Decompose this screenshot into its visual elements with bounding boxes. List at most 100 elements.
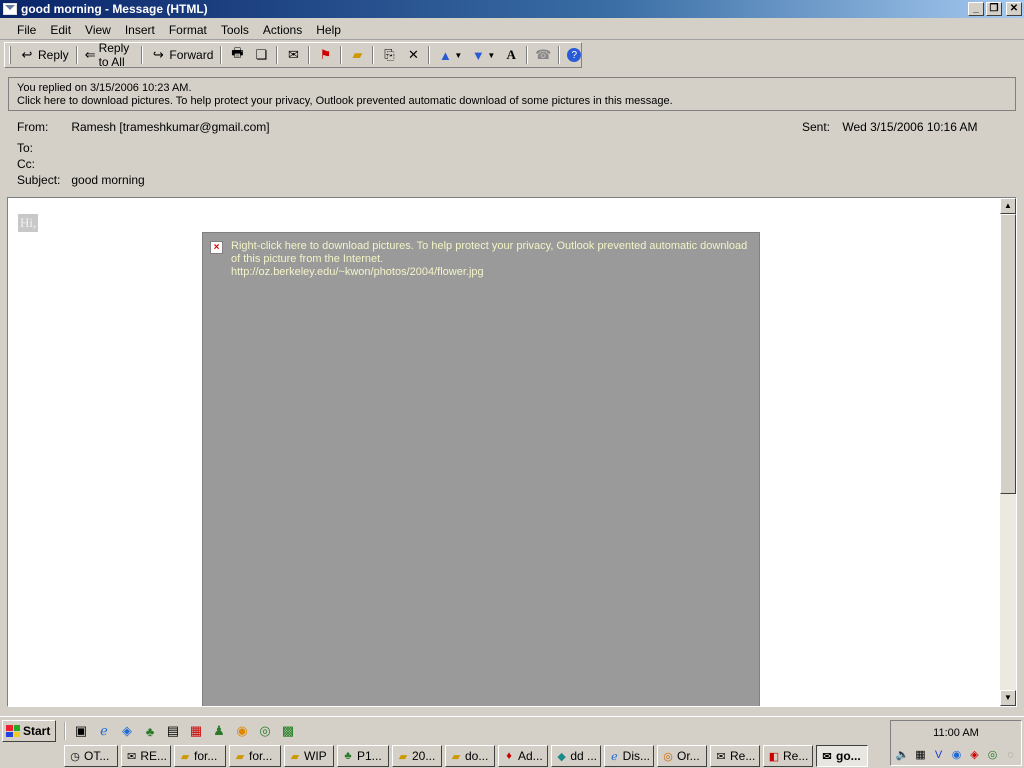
network-icon[interactable]: ▦: [913, 747, 928, 762]
task-button[interactable]: ♦ Ad...: [498, 745, 548, 767]
scroll-up-icon[interactable]: ▲: [1000, 198, 1016, 214]
outlook-icon[interactable]: ◈: [118, 722, 136, 740]
restore-button[interactable]: ❐: [986, 2, 1002, 16]
menu-edit[interactable]: Edit: [43, 21, 78, 39]
subject-value: good morning: [71, 173, 145, 187]
folder-icon: ▰: [290, 750, 300, 763]
from-value[interactable]: Ramesh [trameshkumar@gmail.com]: [71, 120, 269, 134]
task-button[interactable]: ✉ Re...: [710, 745, 760, 767]
info-bar[interactable]: You replied on 3/15/2006 10:23 AM. Click…: [8, 77, 1016, 111]
internet-explorer-icon[interactable]: ℯ: [95, 722, 113, 740]
forward-button[interactable]: ↪ Forward: [146, 45, 217, 65]
menu-tools[interactable]: Tools: [214, 21, 256, 39]
app-icon[interactable]: ♣: [141, 722, 159, 740]
excel-icon[interactable]: ▩: [279, 722, 297, 740]
task-button[interactable]: ▰ do...: [445, 745, 495, 767]
open-folder-button[interactable]: ▰: [345, 45, 369, 65]
task-button[interactable]: ◎ Or...: [657, 745, 707, 767]
task-button[interactable]: ▰ for...: [174, 745, 226, 767]
media-player-icon[interactable]: ◉: [233, 722, 251, 740]
task-button[interactable]: ▰ WIP: [284, 745, 334, 767]
task-button[interactable]: ℯ Dis...: [604, 745, 654, 767]
sent-label: Sent:: [802, 120, 831, 134]
tray-app-icon[interactable]: ◌: [1003, 747, 1018, 762]
delete-x-icon: ✕: [407, 47, 419, 62]
blocked-image-text: Right-click here to download pictures. T…: [231, 240, 751, 279]
app-icon: ◷: [70, 750, 80, 763]
security-icon[interactable]: ◈: [967, 747, 982, 762]
font-size-button[interactable]: A: [499, 45, 523, 65]
toolbar-separator: [558, 46, 561, 64]
scroll-thumb[interactable]: [1000, 214, 1016, 494]
task-button[interactable]: ◷ OT...: [64, 745, 118, 767]
task-button[interactable]: ✉ go...: [816, 745, 868, 767]
windows-logo-icon: [6, 725, 20, 737]
blocked-image-placeholder[interactable]: × Right-click here to download pictures.…: [202, 232, 760, 706]
to-row: To:: [17, 141, 68, 155]
update-icon[interactable]: ◉: [949, 747, 964, 762]
flag-icon: ⚑: [319, 47, 332, 62]
task-button[interactable]: ✉ RE...: [121, 745, 171, 767]
menu-actions[interactable]: Actions: [256, 21, 309, 39]
task-button[interactable]: ▰ 20...: [392, 745, 442, 767]
start-button[interactable]: Start: [2, 720, 56, 742]
scroll-down-icon[interactable]: ▼: [1000, 690, 1016, 706]
network-icon[interactable]: ♟: [210, 722, 228, 740]
previous-item-button[interactable]: ▲ ▼: [433, 45, 466, 65]
tray-icons: 🔈 ▦ V ◉ ◈ ◎ ◌: [895, 747, 1018, 762]
folder-icon: ▰: [352, 47, 363, 62]
toolbar-separator: [276, 46, 279, 64]
toolbar-separator: [75, 46, 78, 64]
up-arrow-icon: ▲: [438, 47, 452, 63]
mark-unread-button[interactable]: ✉: [281, 45, 305, 65]
reply-all-button[interactable]: ⇐ Reply to All: [81, 39, 139, 71]
calendar-icon[interactable]: ▦: [187, 722, 205, 740]
dropdown-arrow-icon[interactable]: ▼: [487, 51, 495, 60]
help-button[interactable]: ?: [563, 46, 585, 64]
follow-up-button[interactable]: ⚑: [313, 45, 337, 65]
move-button[interactable]: ⎘: [377, 45, 401, 65]
address-book-button[interactable]: ☎: [531, 45, 555, 65]
document-icon[interactable]: ▤: [164, 722, 182, 740]
app-icon: ◧: [768, 750, 780, 763]
clock-app-icon[interactable]: ◎: [256, 722, 274, 740]
clock[interactable]: 11:00 AM: [891, 727, 1021, 739]
reply-all-label: Reply to All: [98, 41, 130, 69]
show-desktop-icon[interactable]: ▣: [72, 722, 90, 740]
minimize-button[interactable]: _: [968, 2, 984, 16]
download-pictures-text[interactable]: Click here to download pictures. To help…: [17, 95, 1007, 108]
clock-app-icon[interactable]: ◎: [985, 747, 1000, 762]
from-row: From: Ramesh [trameshkumar@gmail.com]: [17, 120, 270, 134]
folder-icon: ▰: [180, 750, 190, 763]
help-icon: ?: [567, 48, 582, 62]
delete-button[interactable]: ✕: [401, 45, 425, 65]
vertical-scrollbar[interactable]: ▲ ▼: [1000, 198, 1016, 706]
menu-help[interactable]: Help: [309, 21, 348, 39]
task-button[interactable]: ◧ Re...: [763, 745, 813, 767]
task-button[interactable]: ◆ dd ...: [551, 745, 601, 767]
dropdown-arrow-icon[interactable]: ▼: [454, 51, 462, 60]
task-label: go...: [836, 749, 861, 763]
print-button[interactable]: 🖶: [225, 45, 249, 65]
menu-file[interactable]: File: [10, 21, 43, 39]
forward-icon: ↪: [152, 47, 164, 62]
task-label: Re...: [730, 749, 756, 763]
envelope-icon: [3, 3, 17, 15]
task-button[interactable]: ▰ for...: [229, 745, 281, 767]
close-button[interactable]: ✕: [1006, 2, 1022, 16]
copy-button[interactable]: ❏: [249, 45, 273, 65]
task-label: Ad...: [518, 749, 543, 763]
toolbar-separator: [308, 46, 311, 64]
menu-format[interactable]: Format: [162, 21, 214, 39]
task-button[interactable]: ♣ P1...: [337, 745, 389, 767]
next-item-button[interactable]: ▼ ▼: [466, 45, 499, 65]
menu-view[interactable]: View: [78, 21, 118, 39]
taskbar: Start ▣ ℯ ◈ ♣ ▤ ▦ ♟ ◉ ◎ ▩ ◷ OT... ✉ RE... …: [0, 716, 1024, 768]
message-body[interactable]: Hi, × Right-click here to download pictu…: [7, 197, 1017, 707]
subject-row: Subject: good morning: [17, 173, 145, 187]
antivirus-icon[interactable]: V: [931, 747, 946, 762]
menu-insert[interactable]: Insert: [118, 21, 162, 39]
volume-icon[interactable]: 🔈: [895, 747, 910, 762]
reply-button[interactable]: ↩ Reply: [15, 45, 73, 65]
toolbar-grip[interactable]: [9, 46, 11, 64]
